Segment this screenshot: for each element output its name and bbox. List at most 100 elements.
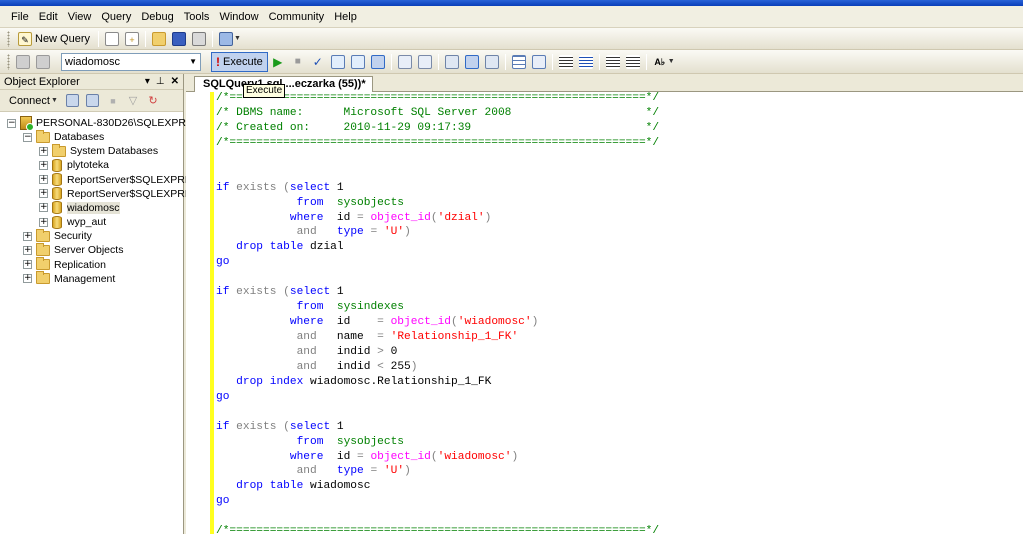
code-line[interactable]: and name = 'Relationship_1_FK' — [216, 330, 659, 345]
code-line[interactable] — [216, 151, 659, 166]
code-line[interactable]: from sysobjects — [216, 196, 659, 211]
uncomment-button[interactable] — [577, 53, 595, 71]
expand-icon[interactable]: + — [39, 217, 48, 227]
code-line[interactable]: /*======================================… — [216, 524, 659, 534]
add-file-button[interactable]: + — [123, 30, 141, 48]
chevron-down-icon[interactable]: ▼ — [51, 97, 58, 104]
collapse-icon[interactable]: − — [7, 118, 16, 128]
code-line[interactable]: go — [216, 255, 659, 270]
client-stats-button[interactable] — [463, 53, 481, 71]
window-position-icon[interactable]: ▾ — [145, 76, 150, 87]
intellisense-button[interactable] — [396, 53, 414, 71]
code-line[interactable]: drop table wiadomosc — [216, 479, 659, 494]
query-designer-button[interactable] — [349, 53, 367, 71]
close-icon[interactable]: ✕ — [171, 76, 179, 87]
change-connection-button[interactable] — [34, 53, 52, 71]
parse-button[interactable]: ✓ — [309, 53, 327, 71]
code-line[interactable]: and indid > 0 — [216, 345, 659, 360]
execute-button[interactable]: ! Execute — [211, 51, 268, 72]
code-line[interactable]: if exists (select 1 — [216, 181, 659, 196]
code-line[interactable]: where id = object_id('wiadomosc') — [216, 315, 659, 330]
expand-icon[interactable]: + — [39, 175, 48, 185]
code-line[interactable]: from sysindexes — [216, 300, 659, 315]
filter-button[interactable]: ▽ — [124, 92, 142, 110]
debug-button[interactable]: ▶ — [269, 53, 287, 71]
specify-values-button[interactable]: A♭ ▼ — [651, 53, 677, 71]
expand-icon[interactable]: + — [23, 260, 32, 269]
code-line[interactable]: and type = 'U') — [216, 464, 659, 479]
tree-node[interactable]: + Management — [23, 271, 115, 286]
tree-node[interactable]: + plytoteka — [39, 158, 109, 172]
expand-icon[interactable]: + — [23, 245, 32, 255]
tree-node[interactable]: − Databases — [23, 129, 104, 144]
comment-button[interactable] — [557, 53, 575, 71]
code-line[interactable]: and indid < 255) — [216, 360, 659, 375]
results-to-grid-button[interactable] — [510, 53, 528, 71]
code-line[interactable]: /* DBMS name: Microsoft SQL Server 2008 … — [216, 106, 659, 121]
tree-node[interactable]: + wiadomosc — [39, 201, 120, 215]
menu-community[interactable]: Community — [264, 11, 330, 23]
code-text[interactable]: /*======================================… — [216, 91, 659, 534]
tree-node[interactable]: + Server Objects — [23, 242, 123, 257]
query-editor[interactable]: SQLQuery1.sql ...eczarka (55))* /*======… — [186, 74, 1023, 534]
code-line[interactable]: and type = 'U') — [216, 225, 659, 240]
menu-help[interactable]: Help — [329, 11, 362, 23]
menu-debug[interactable]: Debug — [136, 11, 178, 23]
cancel-query-button[interactable]: ■ — [289, 53, 307, 71]
expand-icon[interactable]: + — [39, 146, 48, 156]
expand-icon[interactable]: + — [39, 189, 48, 199]
tree-node[interactable]: + ReportServer$SQLEXPRES — [39, 173, 199, 187]
menu-edit[interactable]: Edit — [34, 11, 63, 23]
stop-button[interactable]: ■ — [104, 92, 122, 110]
toolbar-grip[interactable] — [7, 53, 10, 70]
increase-indent-button[interactable] — [624, 53, 642, 71]
toolbar-grip[interactable] — [7, 30, 10, 47]
code-line[interactable]: where id = object_id('dzial') — [216, 211, 659, 226]
chevron-down-icon[interactable]: ▼ — [189, 57, 197, 66]
open-button[interactable] — [150, 30, 168, 48]
tree-node[interactable]: + System Databases — [39, 143, 158, 158]
expand-icon[interactable]: + — [23, 274, 32, 284]
code-line[interactable]: drop table dzial — [216, 240, 659, 255]
collapse-icon[interactable]: − — [23, 132, 32, 142]
code-line[interactable]: drop index wiadomosc.Relationship_1_FK — [216, 375, 659, 390]
database-select[interactable]: wiadomosc ▼ — [61, 52, 201, 71]
menu-window[interactable]: Window — [214, 11, 263, 23]
tree-node[interactable]: + ReportServer$SQLEXPRES — [39, 187, 199, 201]
menu-file[interactable]: File — [6, 11, 34, 23]
results-to-file-button[interactable] — [530, 53, 548, 71]
tree-node[interactable]: − PERSONAL-830D26\SQLEXPRESS — [7, 116, 207, 131]
menu-view[interactable]: View — [63, 11, 97, 23]
code-line[interactable] — [216, 405, 659, 420]
activity-monitor-button[interactable]: ▼ — [217, 30, 243, 48]
new-file-button[interactable] — [103, 30, 121, 48]
code-line[interactable]: /*======================================… — [216, 136, 659, 151]
code-line[interactable]: /* Created on: 2010-11-29 09:17:39 */ — [216, 121, 659, 136]
query-options-button[interactable] — [369, 53, 387, 71]
disconnect-button[interactable] — [84, 92, 102, 110]
code-line[interactable] — [216, 270, 659, 285]
menu-query[interactable]: Query — [96, 11, 136, 23]
results-to-text-button[interactable] — [483, 53, 501, 71]
code-line[interactable]: where id = object_id('wiadomosc') — [216, 450, 659, 465]
print-button[interactable] — [190, 30, 208, 48]
tree-node[interactable]: + Replication — [23, 257, 106, 272]
code-line[interactable]: go — [216, 390, 659, 405]
expand-icon[interactable]: + — [23, 231, 32, 241]
save-button[interactable] — [170, 30, 188, 48]
code-line[interactable]: from sysobjects — [216, 435, 659, 450]
pin-icon[interactable]: ⊥ — [156, 76, 165, 87]
chevron-down-icon[interactable]: ▼ — [668, 58, 675, 65]
refresh-intellisense-button[interactable] — [416, 53, 434, 71]
expand-icon[interactable]: + — [39, 160, 48, 170]
code-line[interactable]: if exists (select 1 — [216, 420, 659, 435]
refresh-button[interactable]: ↻ — [144, 92, 162, 110]
code-line[interactable]: go — [216, 494, 659, 509]
code-line[interactable] — [216, 166, 659, 181]
code-line[interactable]: if exists (select 1 — [216, 285, 659, 300]
chevron-down-icon[interactable]: ▼ — [234, 35, 241, 42]
expand-icon[interactable]: + — [39, 203, 48, 213]
tree-node[interactable]: + wyp_aut — [39, 215, 106, 229]
menu-tools[interactable]: Tools — [179, 11, 215, 23]
connect-object-explorer-button[interactable] — [64, 92, 82, 110]
